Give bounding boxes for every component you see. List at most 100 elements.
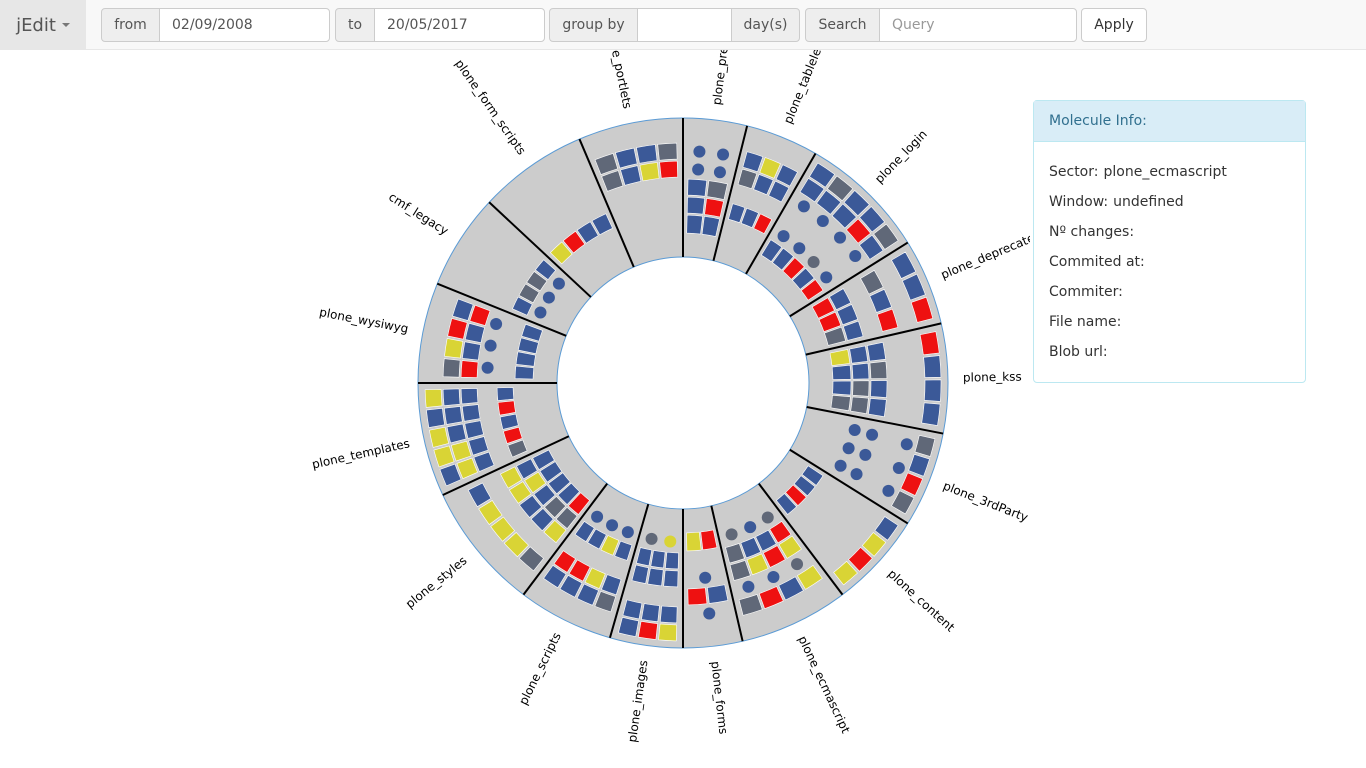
apply-button[interactable]: Apply [1081, 8, 1147, 42]
molecule-cell [497, 400, 516, 416]
molecule-cell [442, 358, 461, 378]
caret-down-icon [61, 23, 70, 27]
molecule-cell [849, 345, 869, 364]
molecule-cell [665, 551, 679, 570]
sector-label: plone_kss [963, 370, 1022, 385]
molecule-cell [924, 379, 942, 402]
molecule-info-panel: Molecule Info: Sector: plone_ecmascript W… [1033, 100, 1306, 383]
molecule-dot [842, 442, 855, 455]
molecule-dot [645, 532, 658, 545]
inner-ring-line [556, 256, 810, 510]
molecule-dot [892, 462, 905, 475]
molecule-cell [461, 404, 481, 422]
sector-label: plone_wysiwyg [318, 305, 409, 336]
info-value: undefined [1113, 194, 1184, 210]
molecule-dot [713, 166, 726, 179]
sector-label: plone_content [885, 567, 958, 635]
molecule-dot [542, 291, 555, 304]
molecule-cell [850, 396, 869, 415]
sector-label: plone_portlets [604, 50, 635, 110]
molecule-dot [761, 511, 774, 524]
molecule-cell [429, 426, 450, 448]
molecule-dot [699, 571, 712, 584]
info-label: Commited at: [1049, 254, 1145, 270]
molecule-cell [686, 196, 706, 215]
molecule-cell [637, 621, 658, 640]
radial-sector-chart[interactable]: plone_prefs plone_tablelessplone_loginplo… [0, 50, 1030, 768]
molecule-cell [618, 616, 639, 637]
molecule-cell [460, 388, 479, 405]
sector-label: plone_images [625, 659, 650, 743]
molecule-dot [816, 215, 829, 228]
molecule-cell [641, 603, 660, 623]
molecule-dot [834, 459, 847, 472]
from-date-input[interactable] [159, 8, 330, 42]
molecule-cell [636, 144, 658, 164]
molecule-dot [725, 528, 738, 541]
molecule-cell [852, 380, 870, 397]
to-date-input[interactable] [374, 8, 545, 42]
info-value: plone_ecmascript [1103, 164, 1227, 180]
molecule-dot [621, 526, 634, 539]
molecule-dot [797, 200, 810, 213]
molecule-cell [921, 402, 941, 426]
molecule-cell [851, 362, 870, 380]
molecule-cell [462, 341, 481, 361]
molecule-info-body: Sector: plone_ecmascript Window: undefined… [1034, 142, 1305, 367]
info-row-commited-at: Commited at: [1049, 247, 1290, 277]
molecule-cell [443, 406, 463, 425]
molecule-cell [919, 331, 940, 356]
info-label: Commiter: [1049, 284, 1123, 300]
search-label: Search [805, 8, 880, 42]
molecule-cell [686, 214, 703, 235]
molecule-cell [659, 605, 678, 624]
molecule-dot [859, 448, 872, 461]
molecule-dot [606, 519, 619, 532]
molecule-cell [650, 550, 666, 569]
group-by-label: group by [549, 8, 638, 42]
molecule-dot [481, 361, 494, 374]
molecule-dot [850, 468, 863, 481]
molecule-cell [923, 355, 942, 378]
molecule-cell [460, 360, 479, 378]
molecule-dot [866, 428, 879, 441]
molecule-dot [484, 339, 497, 352]
molecule-cell [707, 584, 729, 604]
molecule-dot [490, 317, 503, 330]
info-row-commiter: Commiter: [1049, 277, 1290, 307]
molecule-dot [849, 250, 862, 263]
sector-label: plone_login [872, 127, 930, 186]
molecule-cell [514, 365, 535, 380]
info-label: Window: [1049, 194, 1109, 210]
molecule-cell [426, 408, 445, 428]
sector-label: plone_scripts [516, 630, 564, 707]
info-row-changes: Nº changes: [1049, 217, 1290, 247]
info-label: Sector: [1049, 164, 1099, 180]
molecule-dot [834, 231, 847, 244]
molecule-dot [591, 510, 604, 523]
sector-label: plone_templates [311, 436, 411, 471]
sector-label: plone_form_scripts [452, 57, 528, 158]
molecule-cell [687, 587, 708, 606]
molecule-cell [639, 162, 660, 182]
molecule-dot [791, 558, 804, 571]
search-input[interactable] [879, 8, 1077, 42]
group-by-input[interactable] [637, 8, 732, 42]
sector-label: plone_deprecated [939, 228, 1030, 282]
info-label: Nº changes: [1049, 224, 1135, 240]
molecule-dot [742, 580, 755, 593]
brand-dropdown[interactable]: jEdit [0, 0, 86, 50]
molecule-dot [744, 521, 757, 534]
info-label: File name: [1049, 314, 1122, 330]
molecule-dot [534, 306, 547, 319]
molecule-cell [687, 178, 708, 197]
molecule-cell [657, 142, 678, 161]
info-row-sector: Sector: plone_ecmascript [1049, 157, 1290, 187]
molecule-dot [793, 242, 806, 255]
molecule-dot [692, 163, 705, 176]
molecule-info-title: Molecule Info: [1034, 101, 1305, 142]
molecule-dot [717, 148, 730, 161]
sector-label: plone_prefs [710, 50, 732, 106]
molecule-cell [832, 380, 852, 396]
molecule-cell [870, 380, 888, 398]
